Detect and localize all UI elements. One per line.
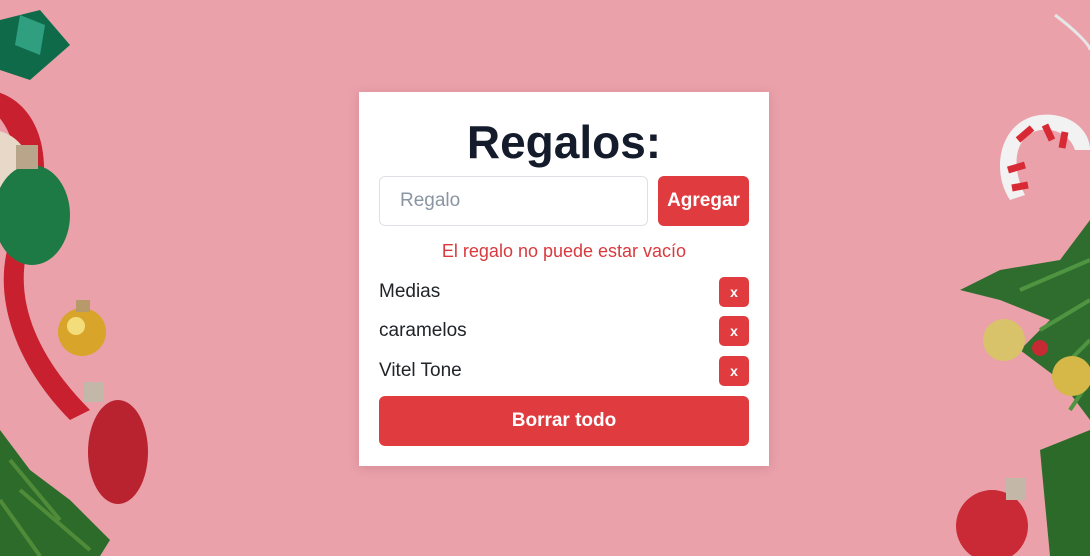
list-item: Medias x	[379, 277, 749, 307]
delete-gift-button[interactable]: x	[719, 356, 749, 386]
page-title: Regalos:	[466, 116, 662, 168]
list-item: Vitel Tone x	[379, 356, 749, 386]
gift-name: Medias	[379, 281, 441, 302]
gift-name: caramelos	[379, 320, 467, 341]
clear-all-button[interactable]: Borrar todo	[379, 396, 749, 446]
gift-name: Vitel Tone	[379, 360, 462, 381]
add-gift-button[interactable]: Agregar	[658, 176, 749, 226]
gift-list-card: Regalos: Agregar El regalo no puede esta…	[359, 92, 769, 466]
list-item: caramelos x	[379, 316, 749, 346]
error-message: El regalo no puede estar vacío	[441, 241, 687, 261]
gift-input[interactable]	[379, 176, 648, 226]
delete-gift-button[interactable]: x	[719, 277, 749, 307]
delete-gift-button[interactable]: x	[719, 316, 749, 346]
